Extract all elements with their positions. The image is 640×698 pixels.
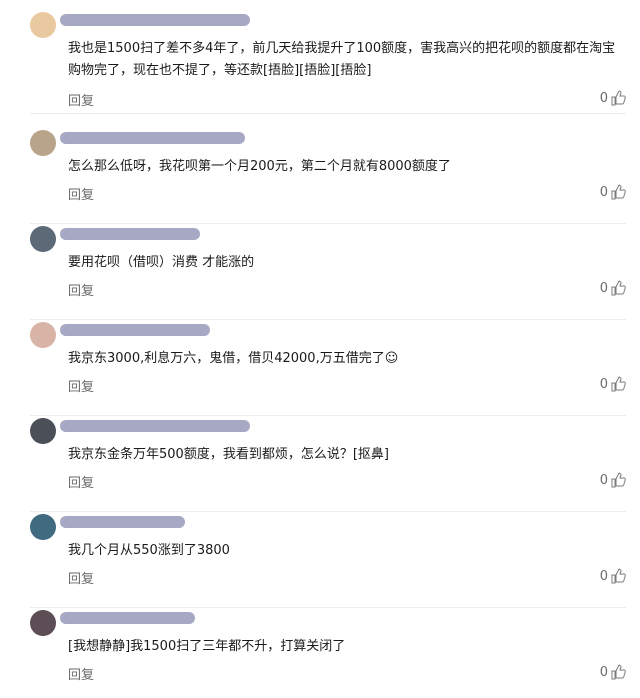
username-redacted [60,132,245,144]
divider [30,113,626,114]
like-button[interactable]: 0 [600,376,626,392]
comment-item: 我京东金条万年500额度，我看到都烦，怎么说？[抠鼻] 回复 0 [0,406,640,512]
comment-list: 我也是1500扫了差不多4年了，前几天给我提升了100额度，害我高兴的把花呗的额… [0,0,640,698]
like-count: 0 [599,472,608,488]
comment-text: 我几个月从550涨到了3800 [68,543,230,558]
username-redacted [60,420,250,432]
thumbs-up-icon [611,376,626,392]
thumbs-up-icon [611,280,626,296]
username-redacted [60,612,195,624]
like-button[interactable]: 0 [600,184,626,200]
like-count: 0 [599,664,608,680]
thumbs-up-icon [611,184,626,200]
thumbs-up-icon [611,472,626,488]
comment-text: 要用花呗（借呗）消费 才能涨的 [68,255,255,270]
username-redacted [60,228,200,240]
like-count: 0 [599,280,608,296]
like-button[interactable]: 0 [600,568,626,584]
comment-item: 要用花呗（借呗）消费 才能涨的 回复 0 [0,214,640,320]
thumbs-up-icon [611,568,626,584]
reply-button[interactable]: 回复 [68,280,94,299]
username-redacted [60,324,210,336]
like-button[interactable]: 0 [600,472,626,488]
comment-item: 我也是1500扫了差不多4年了，前几天给我提升了100额度，害我高兴的把花呗的额… [0,0,640,114]
like-count: 0 [599,184,608,200]
like-button[interactable]: 0 [600,280,626,296]
like-count: 0 [599,90,608,106]
reply-button[interactable]: 回复 [68,568,94,587]
avatar[interactable] [30,130,56,156]
avatar[interactable] [30,514,56,540]
comment-text: 我京东金条万年500额度，我看到都烦，怎么说？[抠鼻] [68,447,389,462]
thumbs-up-icon [611,664,626,680]
like-count: 0 [599,376,608,392]
reply-button[interactable]: 回复 [68,376,94,395]
like-count: 0 [599,568,608,584]
avatar[interactable] [30,226,56,252]
reply-button[interactable]: 回复 [68,184,94,203]
avatar[interactable] [30,418,56,444]
comment-item: 我几个月从550涨到了3800 回复 0 [0,502,640,608]
like-button[interactable]: 0 [600,90,626,106]
reply-button[interactable]: 回复 [68,90,94,109]
thumbs-up-icon [611,90,626,106]
comment-text: 怎么那么低呀，我花呗第一个月200元，第二个月就有8000额度了 [68,159,451,174]
avatar[interactable] [30,610,56,636]
username-redacted [60,516,185,528]
comment-text: 我也是1500扫了差不多4年了，前几天给我提升了100额度，害我高兴的把花呗的额… [68,41,616,78]
like-button[interactable]: 0 [600,664,626,680]
reply-button[interactable]: 回复 [68,472,94,491]
comment-item: [我想静静]我1500扫了三年都不升，打算关闭了 回复 0 [0,598,640,694]
username-redacted [60,14,250,26]
reply-button[interactable]: 回复 [68,664,94,683]
comment-text: [我想静静]我1500扫了三年都不升，打算关闭了 [68,639,346,654]
comment-item: 我京东3000,利息万六，鬼借，借贝42000,万五借完了☺ 回复 0 [0,310,640,416]
avatar[interactable] [30,12,56,38]
comment-item: 怎么那么低呀，我花呗第一个月200元，第二个月就有8000额度了 回复 0 [0,118,640,224]
comment-text: 我京东3000,利息万六，鬼借，借贝42000,万五借完了☺ [68,351,399,366]
avatar[interactable] [30,322,56,348]
